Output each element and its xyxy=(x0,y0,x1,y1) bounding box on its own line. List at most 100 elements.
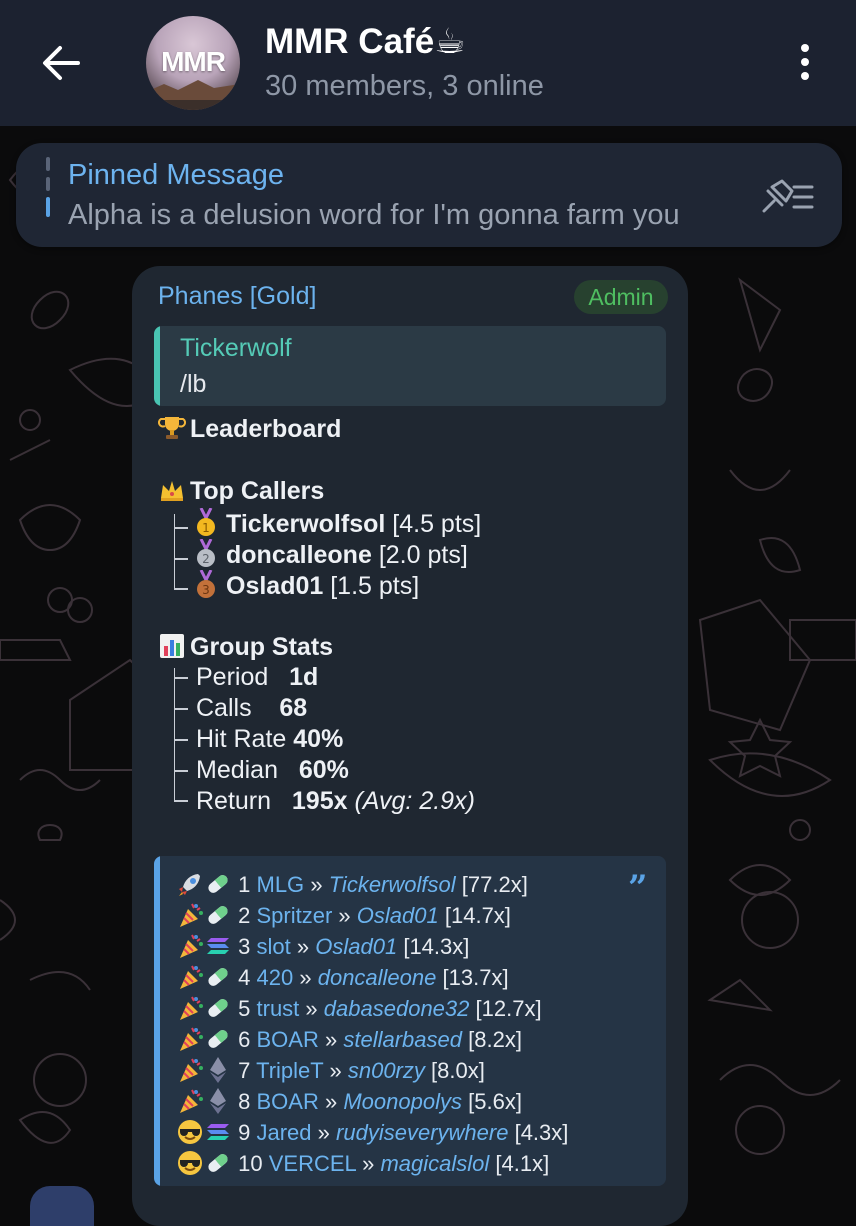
admin-badge: Admin xyxy=(574,280,668,314)
call-separator: » xyxy=(296,934,310,959)
reply-text: /lb xyxy=(180,370,207,398)
call-rank: 10 xyxy=(238,1151,263,1176)
call-token-link[interactable]: TripleT xyxy=(256,1058,323,1083)
ethereum-icon xyxy=(204,1088,232,1114)
reply-preview[interactable]: Tickerwolf /lb xyxy=(154,326,666,406)
call-rank: 3 xyxy=(238,934,251,959)
call-token-link[interactable]: slot xyxy=(257,934,291,959)
quote-icon: ” xyxy=(628,868,648,908)
call-user-link[interactable]: Oslad01 xyxy=(315,934,397,959)
call-user-link[interactable]: stellarbased xyxy=(343,1027,462,1052)
top-callers-heading: Top Callers xyxy=(158,476,324,506)
solana-icon xyxy=(204,1120,232,1145)
stat-row: Period 1d xyxy=(196,663,318,692)
call-rank: 8 xyxy=(238,1089,251,1114)
call-multiplier: [8.0x] xyxy=(431,1058,485,1083)
more-options-icon[interactable] xyxy=(790,44,820,84)
call-token-link[interactable]: MLG xyxy=(257,872,305,897)
stat-label: Calls xyxy=(196,694,252,722)
callers-tree-line xyxy=(174,514,175,588)
call-token-link[interactable]: BOAR xyxy=(257,1027,319,1052)
ethereum-icon xyxy=(204,1057,232,1083)
call-row: 8 BOAR » Moonopolys [5.6x] xyxy=(176,1087,522,1117)
quote-accent-bar xyxy=(154,856,160,1186)
sender-name[interactable]: Phanes [Gold] xyxy=(158,282,316,311)
trophy-icon xyxy=(158,417,186,439)
stat-value: 195x xyxy=(291,787,348,815)
call-user-link[interactable]: Tickerwolfsol xyxy=(329,872,456,897)
rocket-icon xyxy=(176,872,204,897)
silver-medal-icon: 2 xyxy=(197,539,215,567)
call-separator: » xyxy=(362,1151,375,1176)
group-avatar[interactable]: MMR xyxy=(146,16,240,110)
call-user-link[interactable]: Oslad01 xyxy=(357,903,439,928)
back-arrow-icon[interactable] xyxy=(38,40,84,86)
call-multiplier: [4.1x] xyxy=(495,1151,550,1176)
caller-row: 1 Tickerwolfsol [4.5 pts] xyxy=(194,508,481,539)
bronze-medal-icon: 3 xyxy=(197,570,215,598)
pill-icon xyxy=(204,903,232,928)
call-separator: » xyxy=(338,903,351,928)
top-callers-title: Top Callers xyxy=(190,477,325,505)
call-row: 1 MLG » Tickerwolfsol [77.2x] xyxy=(176,870,528,900)
stat-value: 60% xyxy=(298,756,349,784)
party-popper-icon xyxy=(176,903,204,928)
caller-points: [1.5 pts] xyxy=(330,572,420,600)
caller-points: [4.5 pts] xyxy=(392,510,482,538)
call-rank: 1 xyxy=(238,872,251,897)
stat-label: Hit Rate xyxy=(196,725,287,753)
message-bubble[interactable]: Phanes [Gold] Admin Tickerwolf /lb Leade… xyxy=(132,266,688,1226)
call-token-link[interactable]: Spritzer xyxy=(257,903,333,928)
call-user-link[interactable]: magicalslol xyxy=(380,1151,489,1176)
bar-chart-icon xyxy=(160,634,184,658)
pill-icon xyxy=(204,1027,232,1052)
call-row: 7 TripleT » sn00rzy [8.0x] xyxy=(176,1056,485,1086)
caller-points: [2.0 pts] xyxy=(378,541,468,569)
caller-name[interactable]: Tickerwolfsol xyxy=(226,510,385,538)
call-token-link[interactable]: 420 xyxy=(257,965,294,990)
call-rank: 4 xyxy=(238,965,251,990)
stat-label: Return xyxy=(196,787,272,815)
solana-icon xyxy=(204,934,232,959)
call-token-link[interactable]: Jared xyxy=(257,1120,312,1145)
call-multiplier: [14.7x] xyxy=(444,903,511,928)
stat-label: Median xyxy=(196,756,278,784)
pinned-title: Pinned Message xyxy=(68,159,285,191)
call-row: 3 slot » Oslad01 [14.3x] xyxy=(176,932,469,962)
call-multiplier: [14.3x] xyxy=(403,934,470,959)
chat-header: MMR MMR Café☕ 30 members, 3 online xyxy=(0,0,856,126)
call-user-link[interactable]: sn00rzy xyxy=(348,1058,425,1083)
pinned-message-bar[interactable]: Pinned Message Alpha is a delusion word … xyxy=(16,143,842,247)
party-popper-icon xyxy=(176,1027,204,1052)
call-user-link[interactable]: doncalleone xyxy=(318,965,437,990)
caller-name[interactable]: Oslad01 xyxy=(226,572,323,600)
svg-text:2: 2 xyxy=(202,552,210,566)
call-separator: » xyxy=(299,965,312,990)
stat-row: Calls 68 xyxy=(196,694,307,723)
call-user-link[interactable]: Moonopolys xyxy=(343,1089,462,1114)
call-rank: 6 xyxy=(238,1027,251,1052)
pinned-list-icon[interactable] xyxy=(758,177,816,217)
reply-author: Tickerwolf xyxy=(180,334,292,362)
call-separator: » xyxy=(324,1089,338,1114)
pinned-indicator xyxy=(46,157,50,231)
call-token-link[interactable]: trust xyxy=(257,996,300,1021)
pill-icon xyxy=(204,1151,232,1176)
group-stats-title: Group Stats xyxy=(190,633,334,661)
call-multiplier: [12.7x] xyxy=(475,996,542,1021)
caller-name[interactable]: doncalleone xyxy=(226,541,372,569)
party-popper-icon xyxy=(176,934,204,959)
call-token-link[interactable]: VERCEL xyxy=(269,1151,356,1176)
caller-row: 2 doncalleone [2.0 pts] xyxy=(194,539,468,570)
call-user-link[interactable]: dabasedone32 xyxy=(324,996,470,1021)
party-popper-icon xyxy=(176,965,204,990)
stat-row: Return 195x (Avg: 2.9x) xyxy=(196,787,475,816)
call-token-link[interactable]: BOAR xyxy=(257,1089,319,1114)
call-user-link[interactable]: rudyiseverywhere xyxy=(336,1120,508,1145)
chat-title[interactable]: MMR Café☕ xyxy=(265,22,466,62)
gold-medal-icon: 1 xyxy=(197,508,215,536)
call-separator: » xyxy=(317,1120,330,1145)
stat-label: Period xyxy=(196,663,269,691)
sender-avatar[interactable] xyxy=(30,1186,94,1226)
top-calls-quote: ” 1 MLG » Tickerwolfsol [77.2x] 2 Spritz… xyxy=(154,856,666,1186)
